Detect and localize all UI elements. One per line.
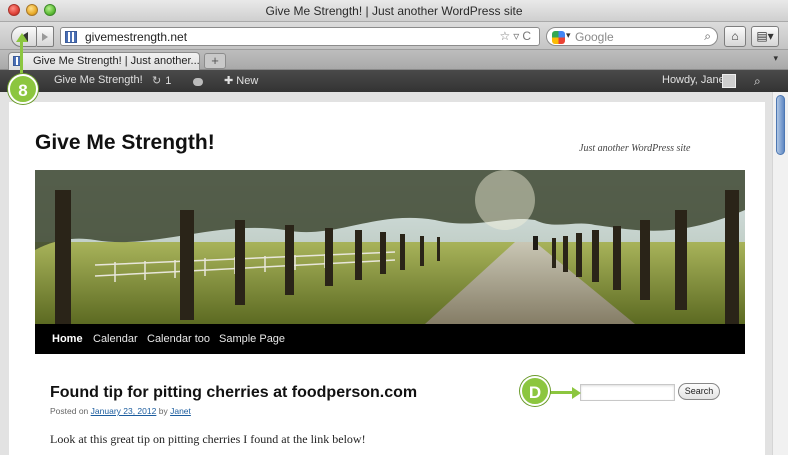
admin-bar-new-label: New <box>236 75 259 87</box>
site-identity-icon[interactable] <box>65 31 77 43</box>
callout-d-arrowhead <box>572 387 581 399</box>
updates-count: 1 <box>165 75 172 87</box>
google-engine-icon[interactable] <box>552 31 565 44</box>
address-bar[interactable]: givemestrength.net ☆▿C <box>60 27 540 46</box>
home-button[interactable]: ⌂ <box>724 26 746 47</box>
forward-button[interactable] <box>37 26 54 47</box>
reload-icon[interactable]: C <box>522 29 534 43</box>
admin-search-icon[interactable]: ⌕ <box>754 74 761 89</box>
callout-d-arrow <box>550 391 574 394</box>
magnifier-icon[interactable]: ⌕ <box>704 29 711 44</box>
tab-give-me-strength[interactable]: Give Me Strength! | Just another... <box>8 52 200 70</box>
site-tagline: Just another WordPress site <box>579 143 691 154</box>
callout-step-d: D <box>520 376 550 406</box>
bookmark-star-icon[interactable]: ☆ <box>500 29 514 43</box>
new-tab-button[interactable]: + <box>204 53 226 69</box>
header-image <box>35 170 745 324</box>
scrollbar-thumb[interactable] <box>776 95 785 155</box>
site-title[interactable]: Give Me Strength! <box>35 131 215 155</box>
search-bar[interactable]: ▾ Google ⌕ <box>546 27 718 46</box>
post-excerpt: Look at this great tip on pitting cherri… <box>50 432 366 446</box>
window-title: Give Me Strength! | Just another WordPre… <box>265 4 523 18</box>
avatar[interactable] <box>722 74 736 88</box>
callout-8-arrowhead <box>16 33 28 42</box>
tab-label: Give Me Strength! | Just another... <box>33 55 200 67</box>
browser-toolbar: givemestrength.net ☆▿C ▾ Google ⌕ ⌂ ▤▾ <box>0 22 788 50</box>
post-meta: Posted on January 23, 2012 by Janet <box>50 406 191 416</box>
tab-list-chevron-icon[interactable]: ▾ <box>773 53 778 64</box>
post-date-link[interactable]: January 23, 2012 <box>91 406 157 416</box>
post-meta-prefix: Posted on <box>50 406 89 416</box>
nav-item-home[interactable]: Home <box>52 333 83 345</box>
post-author-link[interactable]: Janet <box>170 406 191 416</box>
nav-item-sample-page[interactable]: Sample Page <box>219 333 285 345</box>
search-engine-placeholder[interactable]: Google <box>575 30 614 44</box>
admin-bar-new[interactable]: ✚ New <box>224 74 258 87</box>
sidebar-search-button[interactable]: Search <box>678 383 720 400</box>
wp-admin-bar: Give Me Strength! ↻ 1 ✚ New Howdy, Janet … <box>0 70 788 92</box>
tab-strip: Give Me Strength! | Just another... + ▾ <box>0 50 788 70</box>
site-navigation: Home Calendar Calendar too Sample Page <box>35 324 745 354</box>
nav-item-calendar-too[interactable]: Calendar too <box>147 333 210 345</box>
bookmarks-button[interactable]: ▤▾ <box>751 26 779 47</box>
admin-bar-greeting[interactable]: Howdy, Janet <box>662 74 728 86</box>
plus-icon: ✚ <box>224 75 234 87</box>
updates-icon: ↻ <box>152 75 162 87</box>
vertical-scrollbar[interactable] <box>772 92 788 455</box>
window-titlebar: Give Me Strength! | Just another WordPre… <box>0 0 788 22</box>
admin-bar-site-name[interactable]: Give Me Strength! <box>54 74 143 86</box>
sidebar-search-input[interactable] <box>580 384 675 401</box>
url-text[interactable]: givemestrength.net <box>85 30 187 44</box>
post-meta-by: by <box>158 406 168 416</box>
admin-bar-updates[interactable]: ↻ 1 <box>152 74 171 87</box>
bookmarks-icon: ▤▾ <box>756 29 774 43</box>
post-title[interactable]: Found tip for pitting cherries at foodpe… <box>50 384 417 402</box>
callout-8-arrow <box>20 36 23 76</box>
comments-icon[interactable] <box>193 78 203 86</box>
home-icon: ⌂ <box>731 29 739 43</box>
callout-step-8: 8 <box>8 74 38 104</box>
engine-dropdown-icon[interactable]: ▾ <box>566 30 571 41</box>
history-dropdown-icon[interactable]: ▿ <box>513 29 522 43</box>
nav-item-calendar[interactable]: Calendar <box>93 333 138 345</box>
